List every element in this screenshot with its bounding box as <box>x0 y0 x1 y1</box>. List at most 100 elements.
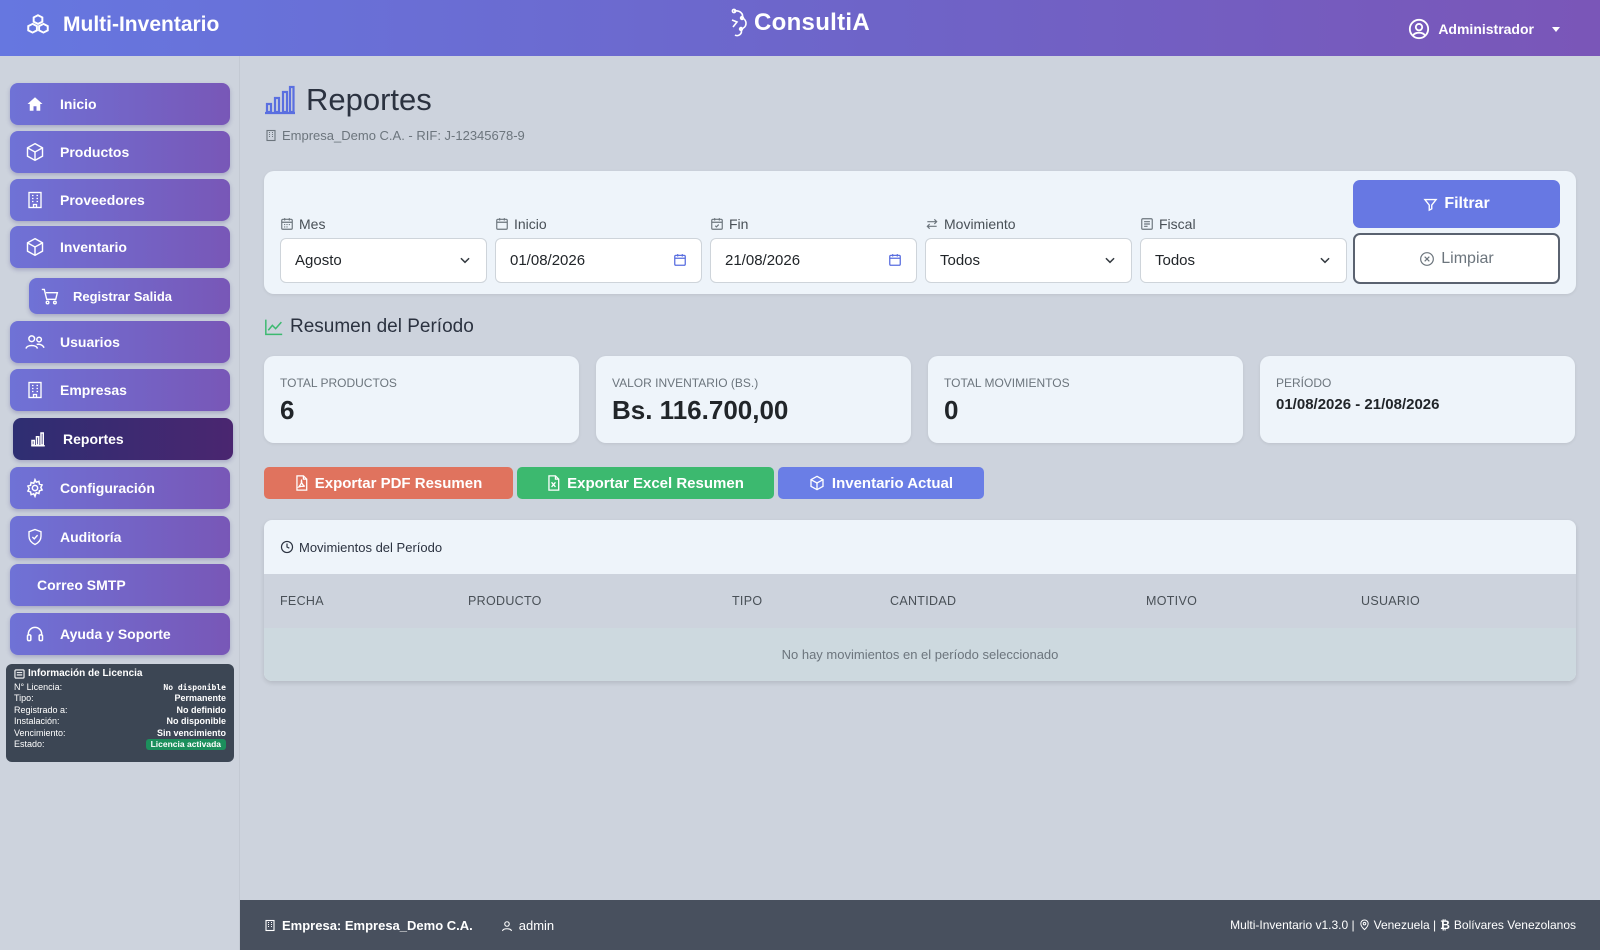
clock-icon <box>280 540 294 554</box>
box-icon <box>809 475 825 491</box>
license-status-badge: Licencia activada <box>145 739 226 751</box>
footer-right: Multi-Inventario v1.3.0 | Venezuela | ₿ … <box>1230 918 1576 932</box>
license-title: Información de Licencia <box>14 668 226 679</box>
brain-icon <box>728 8 750 38</box>
filter-label-fin: Fin <box>710 216 748 232</box>
empty-state-row: No hay movimientos en el período selecci… <box>264 628 1576 681</box>
user-name: Administrador <box>1438 21 1534 37</box>
column-header-fecha[interactable]: FECHA <box>280 594 324 608</box>
stat-value: Bs. 116.700,00 <box>612 395 789 425</box>
sidebar-item-configuracion[interactable]: Configuración <box>10 467 230 509</box>
file-excel-icon <box>547 475 560 491</box>
summary-title: Resumen del Período <box>264 316 474 338</box>
inicio-date-input[interactable]: 01/08/2026 <box>495 238 702 283</box>
column-header-motivo[interactable]: MOTIVO <box>1146 594 1197 608</box>
clear-button[interactable]: Limpiar <box>1353 233 1560 284</box>
stat-card-total-movimientos: TOTAL MOVIMIENTOS 0 <box>928 356 1243 443</box>
close-circle-icon <box>1419 251 1435 267</box>
table-header-row: FECHA PRODUCTO TIPO CANTIDAD MOTIVO USUA… <box>264 574 1576 628</box>
footer-user: admin <box>518 918 555 933</box>
sidebar-item-inventario[interactable]: Inventario <box>10 226 230 268</box>
sidebar-item-label: Correo SMTP <box>37 577 126 593</box>
inventario-actual-button[interactable]: Inventario Actual <box>778 467 984 499</box>
sidebar-item-label: Inventario <box>60 239 127 255</box>
filter-label-inicio: Inicio <box>495 216 547 232</box>
sidebar-item-registrar-salida[interactable]: Registrar Salida <box>29 278 230 314</box>
stat-card-periodo: PERÍODO 01/08/2026 - 21/08/2026 <box>1260 356 1575 443</box>
license-row: Estado: Licencia activada <box>14 739 226 751</box>
export-pdf-button[interactable]: Exportar PDF Resumen <box>264 467 513 499</box>
id-card-icon <box>14 668 25 679</box>
cart-icon <box>39 285 61 307</box>
center-logo-text: ConsultiA <box>754 9 871 36</box>
users-icon <box>24 331 46 353</box>
sidebar-item-productos[interactable]: Productos <box>10 131 230 173</box>
brand[interactable]: Multi-Inventario <box>25 12 219 38</box>
stat-label: PERÍODO <box>1276 376 1332 390</box>
stat-card-valor-inventario: VALOR INVENTARIO (BS.) Bs. 116.700,00 <box>596 356 911 443</box>
page-title-text: Reportes <box>306 82 432 117</box>
sidebar-item-label: Productos <box>60 144 130 160</box>
chevron-down-icon <box>1103 253 1117 267</box>
sidebar-item-auditoria[interactable]: Auditoría <box>10 516 230 558</box>
building-icon <box>24 189 46 211</box>
stat-value: 0 <box>944 395 959 425</box>
chevron-down-icon <box>458 253 472 267</box>
line-chart-icon <box>264 318 284 336</box>
footer-currency: Bolívares Venezolanos <box>1453 918 1576 932</box>
fiscal-select[interactable]: Todos <box>1140 238 1347 283</box>
building-icon <box>264 919 276 932</box>
person-icon <box>501 920 513 932</box>
sidebar-item-ayuda[interactable]: Ayuda y Soporte <box>10 613 230 655</box>
license-row: Instalación: No disponible <box>14 716 226 727</box>
filter-button[interactable]: Filtrar <box>1353 180 1560 228</box>
stat-card-total-productos: TOTAL PRODUCTOS 6 <box>264 356 579 443</box>
sidebar-item-reportes[interactable]: Reportes <box>13 418 233 460</box>
sidebar-item-inicio[interactable]: Inicio <box>10 83 230 125</box>
boxes-icon <box>25 12 51 38</box>
sidebar-item-label: Empresas <box>60 382 127 398</box>
fin-date-input[interactable]: 21/08/2026 <box>710 238 917 283</box>
sidebar-item-empresas[interactable]: Empresas <box>10 369 230 411</box>
bar-chart-icon <box>264 85 296 115</box>
filter-label-fiscal: Fiscal <box>1140 216 1196 232</box>
sidebar-item-label: Registrar Salida <box>73 288 172 304</box>
stat-label: VALOR INVENTARIO (BS.) <box>612 376 759 390</box>
movimiento-select[interactable]: Todos <box>925 238 1132 283</box>
calendar-icon[interactable] <box>673 253 687 267</box>
arrows-exchange-icon <box>925 217 939 231</box>
sidebar-item-label: Usuarios <box>60 334 120 350</box>
box-icon <box>24 141 46 163</box>
sidebar-item-usuarios[interactable]: Usuarios <box>10 321 230 363</box>
top-navbar: Multi-Inventario ConsultiA Administrador <box>0 0 1600 56</box>
sidebar-item-proveedores[interactable]: Proveedores <box>10 179 230 221</box>
sidebar-item-correo-smtp[interactable]: Correo SMTP <box>10 564 230 606</box>
stat-value: 01/08/2026 - 21/08/2026 <box>1276 396 1440 413</box>
mes-select[interactable]: Agosto <box>280 238 487 283</box>
map-pin-icon <box>1359 919 1370 931</box>
column-header-producto[interactable]: PRODUCTO <box>468 594 542 608</box>
sidebar-item-label: Configuración <box>60 480 155 496</box>
movements-card: Movimientos del Período FECHA PRODUCTO T… <box>264 520 1576 681</box>
footer-country: Venezuela | <box>1373 918 1437 932</box>
sidebar-item-label: Reportes <box>63 431 124 447</box>
home-icon <box>24 93 46 115</box>
filter-label-movimiento: Movimiento <box>925 216 1016 232</box>
column-header-usuario[interactable]: USUARIO <box>1361 594 1420 608</box>
company-subtitle: Empresa_Demo C.A. - RIF: J-12345678-9 <box>265 128 525 143</box>
column-header-cantidad[interactable]: CANTIDAD <box>890 594 956 608</box>
license-row: N° Licencia: No disponible <box>14 682 226 692</box>
user-circle-icon <box>1408 18 1430 40</box>
column-header-tipo[interactable]: TIPO <box>732 594 762 608</box>
calendar-icon[interactable] <box>888 253 902 267</box>
bar-chart-icon <box>27 428 49 450</box>
export-excel-button[interactable]: Exportar Excel Resumen <box>517 467 774 499</box>
license-row: Vencimiento: Sin vencimiento <box>14 727 226 738</box>
file-pdf-icon <box>295 475 308 491</box>
chevron-down-icon <box>1318 253 1332 267</box>
sidebar: Inicio Productos Proveedores Inventario … <box>0 56 240 950</box>
bitcoin-icon: ₿ <box>1440 918 1450 932</box>
page-title: Reportes <box>264 82 432 118</box>
stat-value: 6 <box>280 395 295 425</box>
user-menu[interactable]: Administrador <box>1408 18 1560 40</box>
